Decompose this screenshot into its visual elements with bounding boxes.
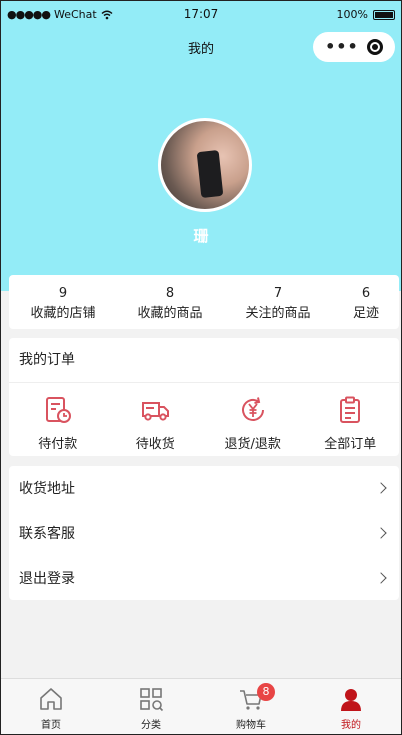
tab-label: 首页 [41, 720, 61, 731]
avatar-photo [196, 149, 224, 199]
stat-followed-goods[interactable]: 7 关注的商品 [223, 275, 333, 329]
home-icon [40, 688, 62, 710]
order-awaiting-delivery[interactable]: 待收货 [107, 383, 205, 456]
order-label: 退货/退款 [224, 437, 281, 452]
status-bar: ●●●●● WeChat 17:07 100% [1, 1, 401, 27]
menu-item-address[interactable]: 收货地址 [9, 466, 399, 511]
pending-payment-icon [45, 397, 71, 423]
avatar[interactable] [158, 118, 252, 212]
stat-favorite-shops[interactable]: 9 收藏的店铺 [9, 275, 117, 329]
stat-count: 7 [273, 286, 283, 301]
orders-card: 我的订单 待付款 待收货 退货/退款 全部订单 [9, 338, 399, 456]
menu-item-logout[interactable]: 退出登录 [9, 555, 399, 600]
settings-menu: 收货地址 联系客服 退出登录 [9, 466, 399, 600]
chevron-right-icon [375, 527, 387, 539]
cart-badge: 8 [257, 683, 275, 701]
battery-percent: 100% [336, 8, 368, 21]
order-pending-payment[interactable]: 待付款 [9, 383, 107, 456]
tab-label: 分类 [141, 720, 161, 731]
menu-item-label: 收货地址 [19, 481, 75, 498]
grid-icon [140, 688, 164, 712]
order-all[interactable]: 全部订单 [302, 383, 400, 456]
order-label: 待付款 [38, 437, 78, 452]
order-label: 全部订单 [324, 437, 377, 452]
orders-title[interactable]: 我的订单 [9, 338, 399, 383]
close-target-icon[interactable] [366, 39, 383, 55]
stat-count: 8 [165, 286, 175, 301]
menu-item-customer-service[interactable]: 联系客服 [9, 511, 399, 556]
tab-home[interactable]: 首页 [1, 679, 101, 734]
tab-cart[interactable]: 购物车 8 [201, 679, 301, 734]
chevron-right-icon [375, 482, 387, 495]
tab-mine[interactable]: 我的 [301, 679, 401, 734]
stats-card: 9 收藏的店铺 8 收藏的商品 7 关注的商品 6 足迹 [9, 275, 399, 329]
stat-count: 6 [361, 286, 371, 301]
stat-label: 收藏的店铺 [30, 306, 96, 321]
order-label: 待收货 [135, 437, 175, 452]
status-right: 100% [337, 8, 395, 21]
username: 珊 [193, 227, 209, 245]
delivery-truck-icon [142, 402, 170, 421]
person-icon [341, 689, 361, 711]
tab-label: 购物车 [236, 720, 266, 731]
chevron-right-icon [375, 572, 387, 584]
battery-icon [373, 9, 395, 20]
stat-label: 足迹 [352, 306, 379, 321]
app-screen: ●●●●● WeChat 17:07 100% 我的 ••• 珊 9 收藏的店铺… [0, 0, 402, 735]
stat-count: 9 [58, 286, 68, 301]
clipboard-icon [340, 396, 361, 423]
order-status-row: 待付款 待收货 退货/退款 全部订单 [9, 383, 399, 456]
stat-label: 关注的商品 [245, 306, 311, 321]
menu-item-label: 联系客服 [19, 526, 75, 543]
mini-program-capsule: ••• [313, 32, 395, 62]
refund-yuan-icon [241, 397, 264, 421]
tab-category[interactable]: 分类 [101, 679, 201, 734]
stat-label: 收藏的商品 [137, 306, 203, 321]
tab-bar: 首页 分类 购物车 8 我的 [1, 678, 401, 734]
order-refund[interactable]: 退货/退款 [204, 383, 302, 456]
stat-favorite-goods[interactable]: 8 收藏的商品 [117, 275, 223, 329]
tab-label: 我的 [341, 720, 361, 731]
menu-item-label: 退出登录 [19, 570, 75, 587]
more-icon[interactable]: ••• [325, 39, 359, 55]
stat-footprint[interactable]: 6 足迹 [333, 275, 399, 329]
